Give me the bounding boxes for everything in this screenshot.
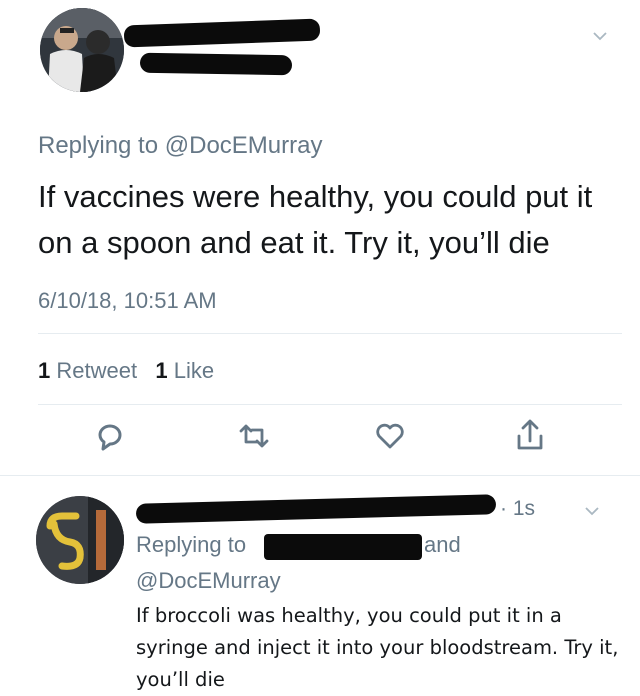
reply-replying-prefix: Replying to	[136, 532, 247, 557]
divider	[0, 475, 640, 476]
avatar[interactable]	[36, 496, 124, 584]
redacted-username	[139, 52, 293, 76]
replying-to-line: Replying to @DocEMurray	[38, 132, 322, 160]
like-label: Like	[167, 358, 215, 383]
retweet-icon[interactable]	[232, 414, 276, 458]
replying-prefix: Replying to	[38, 132, 165, 159]
tweet-text: If vaccines were healthy, you could put …	[38, 179, 593, 260]
reply-timestamp[interactable]: · 1s	[500, 497, 535, 521]
replying-handle-link[interactable]: @DocEMurray	[165, 132, 323, 159]
redacted-display-name	[123, 18, 321, 48]
chevron-down-icon[interactable]	[584, 503, 600, 519]
divider	[38, 404, 622, 405]
tweet-timestamp[interactable]: 6/10/18, 10:51 AM	[38, 288, 217, 314]
reply-icon[interactable]	[88, 414, 132, 458]
like-stat[interactable]: 1 Like	[155, 358, 214, 383]
retweet-count: 1	[38, 358, 51, 383]
reply-text: If broccoli was healthy, you could put i…	[136, 604, 619, 691]
avatar[interactable]	[40, 8, 124, 92]
like-count: 1	[155, 358, 168, 383]
share-icon[interactable]	[508, 414, 552, 458]
retweet-stat[interactable]: 1 Retweet	[38, 358, 137, 383]
reply-and-label: and	[424, 532, 461, 557]
action-bar	[0, 414, 640, 464]
tweet-stats: 1 Retweet 1 Like	[38, 358, 214, 384]
redacted-mentions	[264, 534, 422, 560]
redacted-display-name	[135, 494, 497, 524]
like-icon[interactable]	[368, 414, 412, 458]
retweet-label: Retweet	[50, 358, 138, 383]
reply-handle-link[interactable]: @DocEMurray	[136, 568, 281, 594]
chevron-down-icon[interactable]	[592, 28, 608, 44]
divider	[38, 333, 622, 334]
